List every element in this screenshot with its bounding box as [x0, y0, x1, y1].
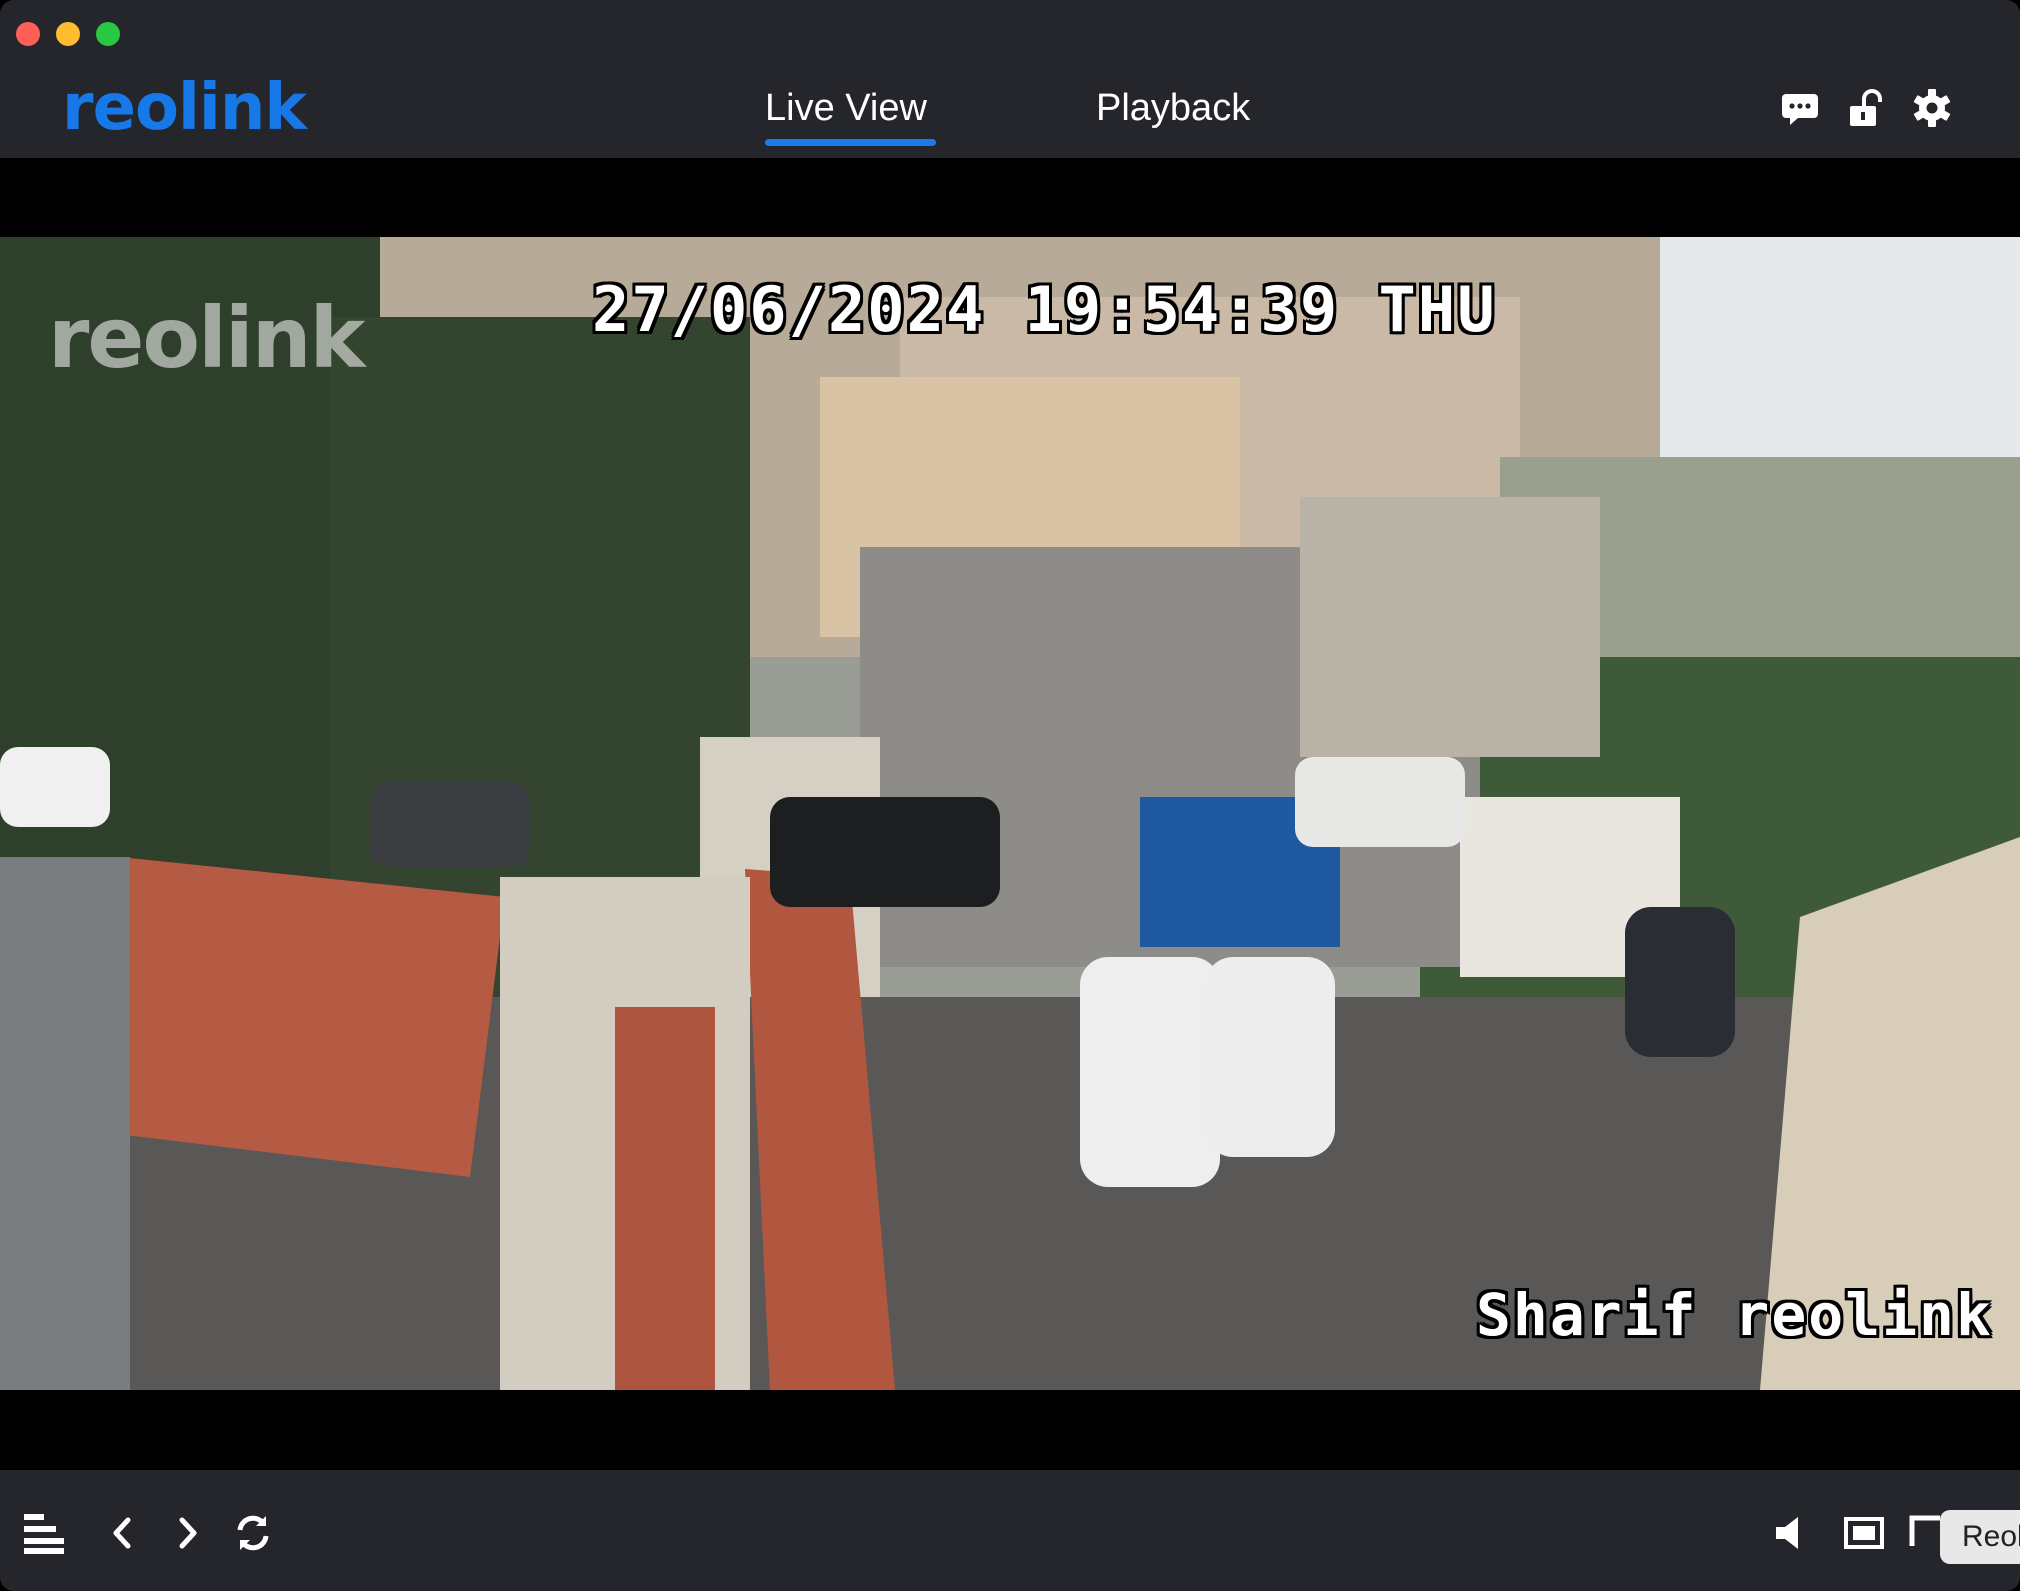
osd-timestamp: 27/06/2024 19:54:39 THU [592, 273, 1497, 346]
tab-live-view[interactable]: Live View [765, 82, 927, 134]
chevron-right-icon[interactable] [164, 1510, 210, 1556]
live-camera-feed[interactable]: reolink 27/06/2024 19:54:39 THU Sharif r… [0, 237, 2020, 1390]
bottom-toolbar [0, 1470, 2020, 1591]
menu-icon[interactable] [22, 1510, 68, 1556]
lock-icon[interactable] [1846, 88, 1886, 128]
active-tab-indicator [765, 139, 936, 146]
reolink-logo: reolink [62, 71, 307, 145]
zoom-window-button[interactable] [96, 22, 120, 46]
camera-scene-image [0, 237, 2020, 1390]
chevron-left-icon[interactable] [100, 1510, 146, 1556]
gear-icon[interactable] [1912, 88, 1952, 128]
video-area: reolink 27/06/2024 19:54:39 THU Sharif r… [0, 158, 2020, 1470]
speaker-icon[interactable] [1770, 1510, 1816, 1556]
tooltip: Reol [1940, 1510, 2020, 1564]
osd-camera-name: Sharif reolink [1476, 1281, 1993, 1349]
screen-icon[interactable] [1842, 1510, 1888, 1556]
app-window: reolink Live View Playback reolink 27/06… [0, 0, 2020, 1591]
minimize-window-button[interactable] [56, 22, 80, 46]
tab-playback[interactable]: Playback [1096, 82, 1250, 134]
refresh-icon[interactable] [230, 1510, 276, 1556]
chat-icon[interactable] [1780, 88, 1820, 128]
title-bar: reolink Live View Playback [0, 0, 2020, 158]
reolink-watermark: reolink [48, 289, 365, 387]
close-window-button[interactable] [16, 22, 40, 46]
